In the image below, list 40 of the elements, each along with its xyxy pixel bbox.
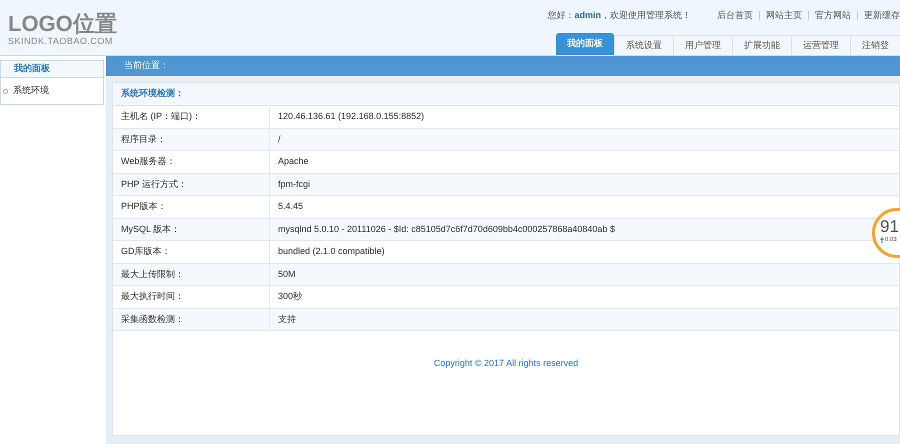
table-cell-text: 5.4.45 — [278, 200, 304, 213]
sidebar-title: 我的面板 — [1, 61, 103, 78]
top-link[interactable]: 后台首页 — [717, 9, 753, 22]
table-cell: MySQL 版本： — [113, 218, 270, 240]
table-cell: 主机名 (IP：端口)： — [113, 106, 270, 128]
score-text: 91 — [880, 218, 900, 236]
nav-tab[interactable]: 扩展功能 — [732, 35, 791, 55]
greeting-text: 您好：admin，欢迎使用管理系统！ — [547, 9, 691, 22]
breadcrumb-bar: 当前位置： — [106, 56, 900, 76]
copyright-text: Copyright © 2017 All rights reserved — [434, 357, 578, 370]
table-cell: 最大上传限制： — [113, 264, 270, 285]
table-cell: 程序目录： — [113, 128, 270, 150]
table-cell: PHP版本： — [113, 196, 270, 218]
table-cell: fpm-fcgi — [278, 178, 310, 191]
top-link[interactable]: 更新缓存 — [864, 9, 900, 22]
logo-title: LOGO位置 — [8, 12, 117, 36]
table-cell-text: 120.46.136.61 (192.168.0.155:8852) — [278, 110, 424, 123]
table-cell: 最大执行时间： — [113, 286, 270, 308]
table-cell: Web服务器： — [113, 151, 270, 172]
table-cell-text: 支持 — [278, 312, 296, 326]
table-cell-text: / — [278, 132, 281, 146]
table-cell: GD库版本： — [113, 241, 270, 262]
section-title: 系统环境检测： — [113, 83, 899, 106]
table-cell: mysqlnd 5.0.10 - 20111026 - $Id: c85105d7c6f7d70d609bb4c000257868a40840ab $ — [278, 222, 615, 236]
top-link[interactable]: 官方网站 — [815, 9, 851, 22]
sidebar-item-label: 系统环境 — [13, 84, 49, 98]
nav-tab[interactable]: 用户管理 — [673, 35, 732, 55]
sidebar-item[interactable]: 系统环境 — [1, 78, 103, 104]
table-cell-text: 300秒 — [278, 290, 302, 303]
top-link[interactable]: 网站主页 — [766, 9, 802, 22]
table-cell-text: bundled (2.1.0 compatible) — [278, 245, 385, 258]
table-cell: PHP 运行方式： — [113, 174, 270, 195]
up-arrow-icon — [880, 237, 884, 243]
table-cell-text: 50M — [278, 268, 296, 280]
nav-tab[interactable]: 注销登 — [850, 35, 900, 55]
nav-tab[interactable]: 系统设置 — [614, 35, 673, 55]
table-cell-text: Apache — [278, 155, 309, 168]
nav-tab[interactable]: 运营管理 — [791, 35, 850, 55]
table-cell: 采集函数检测： — [113, 308, 270, 330]
logo-subtitle: SKINDK.TAOBAO.COM — [8, 36, 114, 46]
